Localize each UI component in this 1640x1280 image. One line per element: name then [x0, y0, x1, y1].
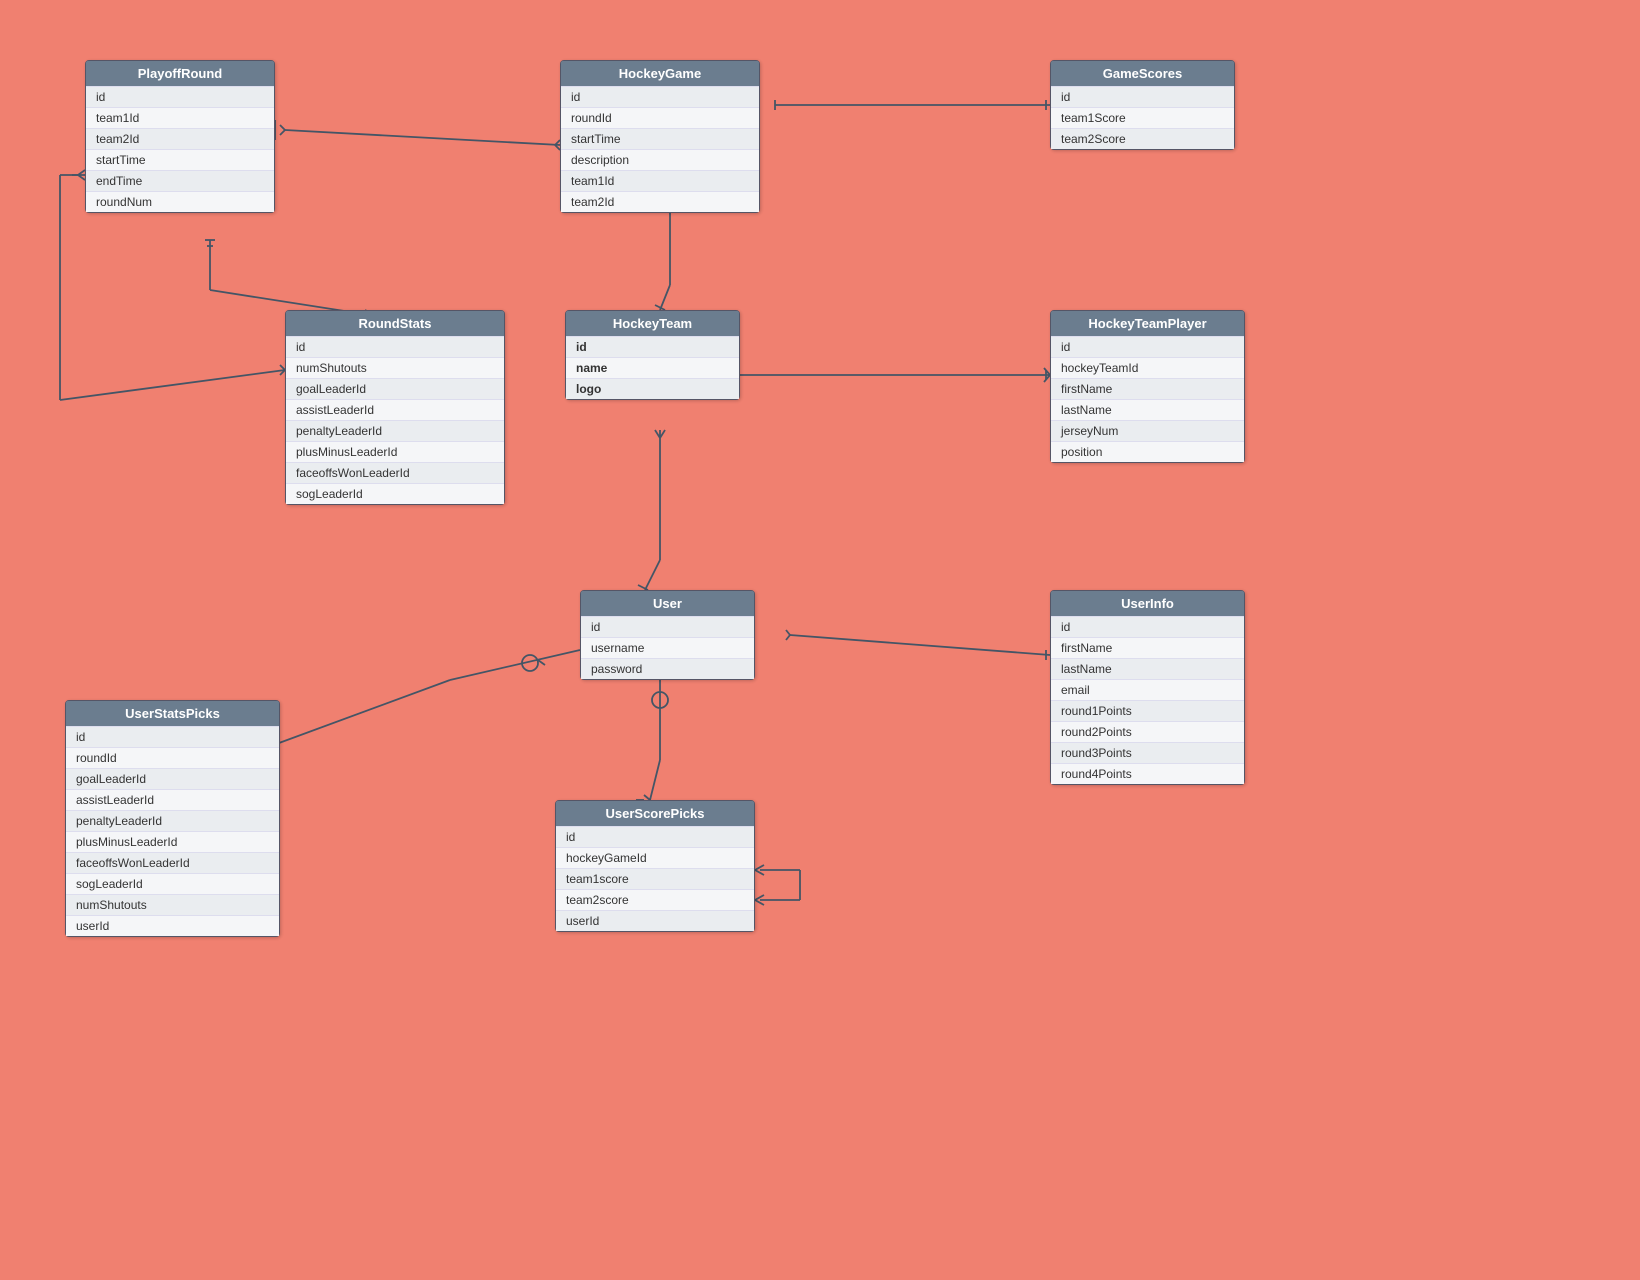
field-u-username: username: [581, 637, 754, 658]
field-ui-id: id: [1051, 616, 1244, 637]
field-rs-numshutouts: numShutouts: [286, 357, 504, 378]
entity-user: User id username password: [580, 590, 755, 680]
entity-userinfo: UserInfo id firstName lastName email rou…: [1050, 590, 1245, 785]
field-ht-logo: logo: [566, 378, 739, 399]
field-htp-jerseynum: jerseyNum: [1051, 420, 1244, 441]
entity-user-header: User: [581, 591, 754, 616]
entity-userscorepicks-header: UserScorePicks: [556, 801, 754, 826]
field-pr-roundnum: roundNum: [86, 191, 274, 212]
field-ui-round1points: round1Points: [1051, 700, 1244, 721]
field-hg-team2id: team2Id: [561, 191, 759, 212]
field-htp-firstname: firstName: [1051, 378, 1244, 399]
field-hg-roundid: roundId: [561, 107, 759, 128]
field-pr-endtime: endTime: [86, 170, 274, 191]
entity-userscorepicks: UserScorePicks id hockeyGameId team1scor…: [555, 800, 755, 932]
field-rs-sogleaderid: sogLeaderId: [286, 483, 504, 504]
field-hg-id: id: [561, 86, 759, 107]
entity-userstatspicks: UserStatsPicks id roundId goalLeaderId a…: [65, 700, 280, 937]
field-usp-numshutouts: numShutouts: [66, 894, 279, 915]
field-uscop-userid: userId: [556, 910, 754, 931]
field-htp-position: position: [1051, 441, 1244, 462]
field-u-id: id: [581, 616, 754, 637]
entity-hockeygame-header: HockeyGame: [561, 61, 759, 86]
field-pr-starttime: startTime: [86, 149, 274, 170]
field-htp-lastname: lastName: [1051, 399, 1244, 420]
field-uscop-hockeygameid: hockeyGameId: [556, 847, 754, 868]
field-rs-penaltyleaderid: penaltyLeaderId: [286, 420, 504, 441]
field-rs-assistleaderid: assistLeaderId: [286, 399, 504, 420]
field-uscop-team2score: team2score: [556, 889, 754, 910]
field-usp-id: id: [66, 726, 279, 747]
field-gs-team1score: team1Score: [1051, 107, 1234, 128]
field-htp-id: id: [1051, 336, 1244, 357]
field-uscop-team1score: team1score: [556, 868, 754, 889]
field-pr-id: id: [86, 86, 274, 107]
field-ht-name: name: [566, 357, 739, 378]
field-rs-id: id: [286, 336, 504, 357]
field-usp-sogleaderid: sogLeaderId: [66, 873, 279, 894]
field-pr-team2id: team2Id: [86, 128, 274, 149]
entity-hockeyteamplayer-header: HockeyTeamPlayer: [1051, 311, 1244, 336]
field-u-password: password: [581, 658, 754, 679]
field-ui-lastname: lastName: [1051, 658, 1244, 679]
entity-gamescores: GameScores id team1Score team2Score: [1050, 60, 1235, 150]
entity-playoffround: PlayoffRound id team1Id team2Id startTim…: [85, 60, 275, 213]
field-rs-faceoffswonleaderid: faceoffsWonLeaderId: [286, 462, 504, 483]
field-gs-team2score: team2Score: [1051, 128, 1234, 149]
field-usp-userid: userId: [66, 915, 279, 936]
field-usp-roundid: roundId: [66, 747, 279, 768]
field-usp-faceoffswonleaderid: faceoffsWonLeaderId: [66, 852, 279, 873]
field-hg-starttime: startTime: [561, 128, 759, 149]
entity-hockeyteam-header: HockeyTeam: [566, 311, 739, 336]
entity-userstatspicks-header: UserStatsPicks: [66, 701, 279, 726]
field-rs-plusminusleaderid: plusMinusLeaderId: [286, 441, 504, 462]
field-ui-round4points: round4Points: [1051, 763, 1244, 784]
field-uscop-id: id: [556, 826, 754, 847]
entity-hockeyteamplayer: HockeyTeamPlayer id hockeyTeamId firstNa…: [1050, 310, 1245, 463]
field-pr-team1id: team1Id: [86, 107, 274, 128]
field-rs-goalleaderid: goalLeaderId: [286, 378, 504, 399]
field-ui-firstname: firstName: [1051, 637, 1244, 658]
entity-roundstats-header: RoundStats: [286, 311, 504, 336]
field-hg-description: description: [561, 149, 759, 170]
entity-gamescores-header: GameScores: [1051, 61, 1234, 86]
field-ht-id: id: [566, 336, 739, 357]
field-usp-penaltyleaderid: penaltyLeaderId: [66, 810, 279, 831]
field-ui-round3points: round3Points: [1051, 742, 1244, 763]
entity-playoffround-header: PlayoffRound: [86, 61, 274, 86]
field-usp-assistleaderid: assistLeaderId: [66, 789, 279, 810]
field-htp-hockeyteamid: hockeyTeamId: [1051, 357, 1244, 378]
field-usp-plusminusleaderid: plusMinusLeaderId: [66, 831, 279, 852]
field-gs-id: id: [1051, 86, 1234, 107]
field-hg-team1id: team1Id: [561, 170, 759, 191]
field-usp-goalleaderid: goalLeaderId: [66, 768, 279, 789]
field-ui-round2points: round2Points: [1051, 721, 1244, 742]
entity-userinfo-header: UserInfo: [1051, 591, 1244, 616]
entity-hockeygame: HockeyGame id roundId startTime descript…: [560, 60, 760, 213]
entity-hockeyteam: HockeyTeam id name logo: [565, 310, 740, 400]
field-ui-email: email: [1051, 679, 1244, 700]
entity-roundstats: RoundStats id numShutouts goalLeaderId a…: [285, 310, 505, 505]
